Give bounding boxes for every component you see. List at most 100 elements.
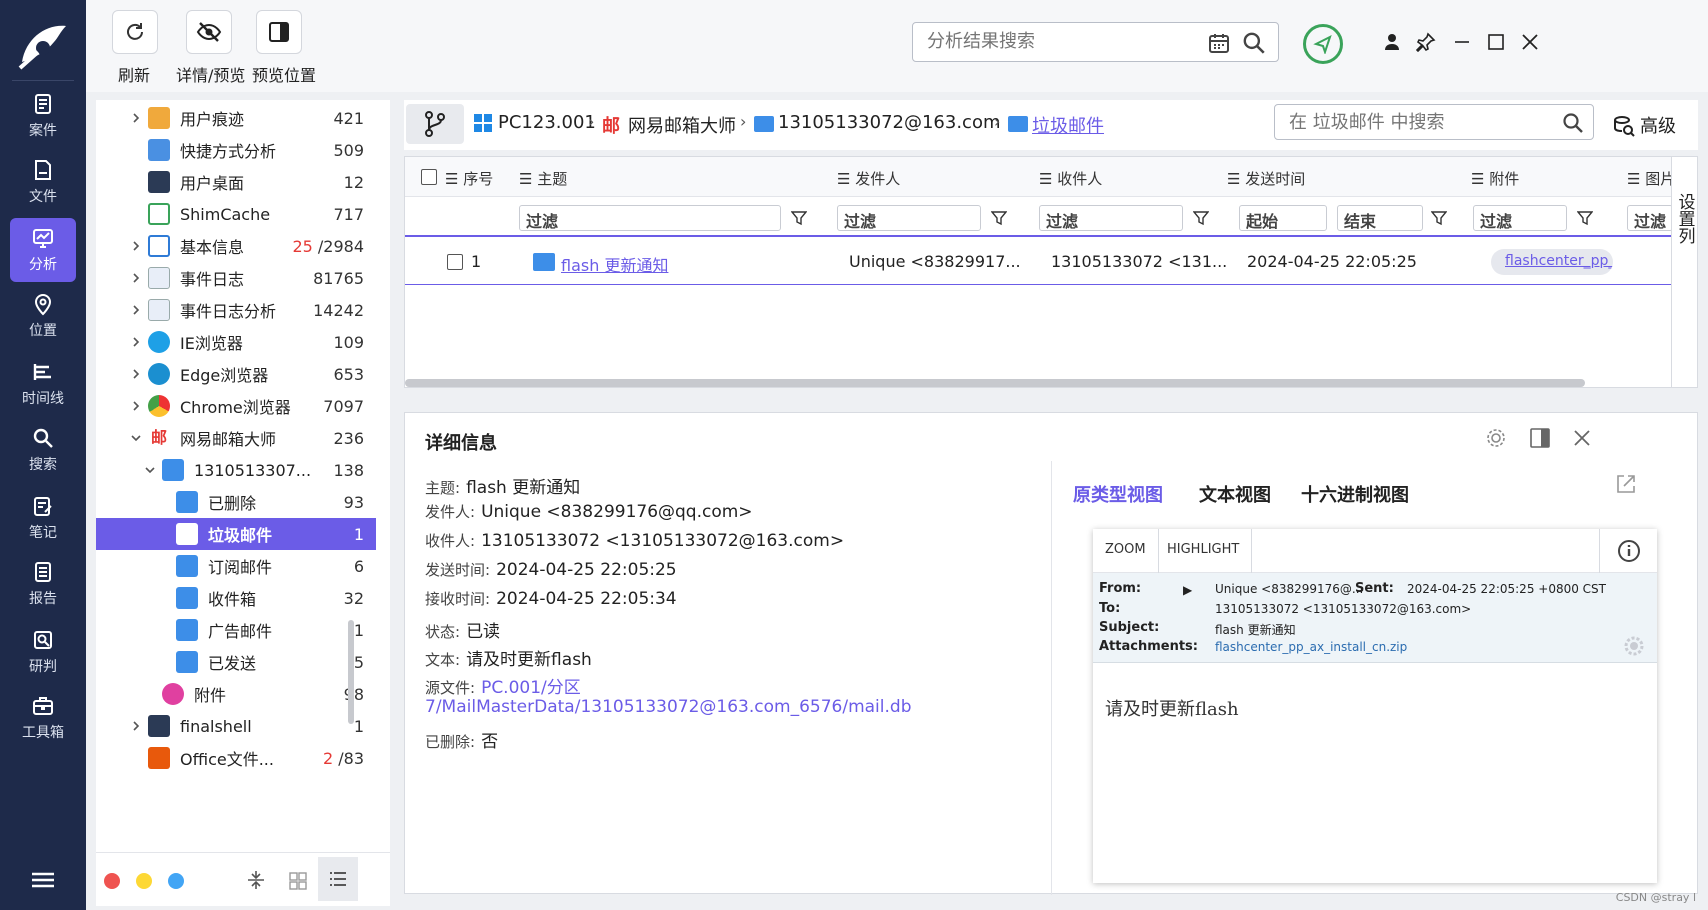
rail-item-report[interactable]: 报告	[10, 552, 76, 616]
row-checkbox[interactable]	[447, 254, 463, 270]
tree-item[interactable]: 附件 98	[96, 678, 376, 710]
tree-item[interactable]: IE浏览器 109	[96, 326, 376, 358]
grid-view-icon[interactable]	[288, 871, 308, 891]
source-file-link-continued[interactable]: 7/MailMasterData/13105133072@163.com_657…	[425, 697, 911, 717]
user-icon[interactable]	[1382, 32, 1402, 52]
rail-item-judge[interactable]: 研判	[10, 620, 76, 684]
column-header[interactable]: ☰ 图片	[1627, 168, 1673, 189]
column-header[interactable]: ☰ 发送时间	[1227, 168, 1305, 189]
tree-item[interactable]: 快捷方式分析 509	[96, 134, 376, 166]
calendar-icon[interactable]	[1207, 31, 1231, 55]
source-file-link[interactable]: PC.001/分区	[481, 678, 581, 698]
preview-position-button[interactable]	[256, 10, 302, 54]
rail-item-search[interactable]: 搜索	[10, 418, 76, 482]
yellow-dot-filter[interactable]	[136, 873, 152, 889]
tree-item[interactable]: 广告邮件 1	[96, 614, 376, 646]
filter-icon[interactable]	[991, 210, 1007, 226]
tree-item[interactable]: 1310513307... 138	[96, 454, 376, 486]
tree-item[interactable]: finalshell 1	[96, 710, 376, 742]
search-icon[interactable]	[1561, 111, 1585, 135]
chevron-right-icon[interactable]	[130, 400, 142, 412]
column-settings-button[interactable]: 设置列	[1671, 157, 1697, 387]
detail-preview-button[interactable]	[186, 10, 232, 54]
tree-item[interactable]: ShimCache 717	[96, 198, 376, 230]
list-view-button[interactable]	[318, 857, 358, 901]
tree-item[interactable]: 已发送 5	[96, 646, 376, 678]
tree-item[interactable]: Chrome浏览器 7097	[96, 390, 376, 422]
folder-search-box[interactable]	[1274, 104, 1594, 140]
sender-filter-input[interactable]: 过滤	[837, 205, 981, 231]
rail-item-notes[interactable]: 笔记	[10, 486, 76, 550]
filter-icon[interactable]	[1577, 210, 1593, 226]
chevron-right-icon[interactable]	[130, 304, 142, 316]
highlight-button[interactable]: HIGHLIGHT	[1155, 529, 1253, 573]
maximize-icon[interactable]	[1486, 32, 1506, 52]
filter-icon[interactable]	[1431, 210, 1447, 226]
select-all-checkbox[interactable]	[421, 169, 437, 185]
search-icon[interactable]	[1241, 30, 1267, 56]
tree-item[interactable]: 收件箱 32	[96, 582, 376, 614]
advanced-button[interactable]: 高级	[1640, 112, 1676, 138]
recipient-filter-input[interactable]: 过滤	[1039, 205, 1183, 231]
folder-search-input[interactable]	[1289, 112, 1539, 133]
expand-arrow-icon[interactable]: ▶	[1183, 583, 1192, 597]
tree-item[interactable]: 基本信息 25 /2984	[96, 230, 376, 262]
breadcrumb-item[interactable]: PC123.001	[498, 112, 596, 133]
tree-item[interactable]: 用户桌面 12	[96, 166, 376, 198]
split-panel-icon[interactable]	[1529, 427, 1551, 449]
start-date-filter-input[interactable]: 起始	[1239, 205, 1327, 231]
column-header[interactable]: ☰ 附件	[1471, 168, 1519, 189]
gear-icon[interactable]	[1623, 635, 1645, 657]
end-date-filter-input[interactable]: 结束	[1337, 205, 1423, 231]
column-header[interactable]: ☰ 收件人	[1039, 168, 1102, 189]
collapse-icon[interactable]	[246, 869, 266, 891]
analysis-search-input[interactable]	[927, 31, 1187, 52]
rail-item-case[interactable]: 案件	[10, 84, 76, 148]
refresh-button[interactable]	[112, 10, 158, 54]
chevron-down-icon[interactable]	[144, 464, 156, 476]
breadcrumb-item[interactable]: 网易邮箱大师	[628, 112, 736, 138]
tab-native-view[interactable]: 原类型视图	[1073, 481, 1163, 507]
branch-button[interactable]	[406, 104, 464, 144]
chevron-right-icon[interactable]	[130, 368, 142, 380]
open-external-icon[interactable]	[1615, 473, 1637, 495]
chevron-right-icon[interactable]	[130, 272, 142, 284]
tree-item[interactable]: 用户痕迹 421	[96, 102, 376, 134]
column-header[interactable]: ☰ 发件人	[837, 168, 900, 189]
attachment-filter-input[interactable]: 过滤	[1473, 205, 1567, 231]
zoom-button[interactable]: ZOOM	[1093, 529, 1159, 573]
subject-filter-input[interactable]: 过滤	[519, 205, 781, 231]
row-subject-link[interactable]: flash 更新通知	[561, 252, 668, 276]
status-ok-button[interactable]	[1303, 24, 1343, 64]
attachment-link[interactable]: flashcenter_pp_ax_install_cn.zip	[1215, 640, 1407, 654]
tree-item[interactable]: 事件日志 81765	[96, 262, 376, 294]
pin-icon[interactable]	[1416, 32, 1436, 52]
tree-scrollbar[interactable]	[348, 620, 354, 724]
chevron-right-icon[interactable]	[130, 240, 142, 252]
chevron-right-icon[interactable]	[130, 112, 142, 124]
breadcrumb-current[interactable]: 垃圾邮件	[1032, 112, 1104, 138]
tree-item[interactable]: Edge浏览器 653	[96, 358, 376, 390]
chevron-right-icon[interactable]	[130, 336, 142, 348]
tree-item[interactable]: 事件日志分析 14242	[96, 294, 376, 326]
tree-item-selected[interactable]: 垃圾邮件 1	[96, 518, 376, 550]
hamburger-menu-icon[interactable]	[32, 872, 54, 888]
close-icon[interactable]	[1520, 32, 1540, 52]
table-row[interactable]: 1 flash 更新通知 Unique <83829917... 1310513…	[405, 239, 1673, 285]
rail-item-toolbox[interactable]: 工具箱	[10, 686, 76, 750]
tree-item[interactable]: 已删除 93	[96, 486, 376, 518]
info-button[interactable]	[1599, 529, 1657, 573]
column-header[interactable]: ☰ 序号	[445, 168, 493, 189]
filter-icon[interactable]	[791, 210, 807, 226]
close-icon[interactable]	[1571, 427, 1593, 449]
image-filter-input[interactable]: 过滤	[1627, 205, 1673, 231]
chevron-down-icon[interactable]	[130, 432, 142, 444]
minimize-icon[interactable]	[1452, 32, 1472, 52]
row-attachment-link[interactable]: flashcenter_pp_...	[1491, 249, 1613, 275]
rail-item-file[interactable]: 文件	[10, 150, 76, 214]
filter-icon[interactable]	[1193, 210, 1209, 226]
tree-item[interactable]: 订阅邮件 6	[96, 550, 376, 582]
advanced-search-icon[interactable]	[1612, 114, 1636, 138]
red-dot-filter[interactable]	[104, 873, 120, 889]
blue-dot-filter[interactable]	[168, 873, 184, 889]
